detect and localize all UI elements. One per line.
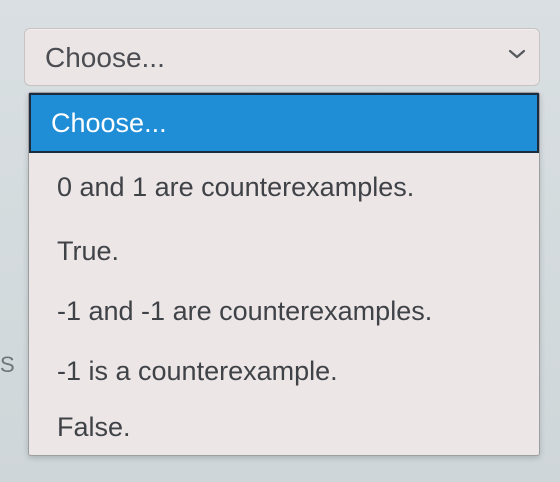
answer-select[interactable]: Choose... — [24, 28, 540, 86]
select-options-menu: Choose... 0 and 1 are counterexamples. T… — [28, 92, 540, 456]
select-option-0-and-1[interactable]: 0 and 1 are counterexamples. — [29, 157, 539, 217]
select-option-minus1-counterexample[interactable]: -1 is a counterexample. — [29, 341, 539, 401]
select-option-true[interactable]: True. — [29, 221, 539, 281]
select-option-false[interactable]: False. — [29, 397, 539, 457]
chevron-down-icon — [507, 47, 527, 61]
partial-background-text: S — [0, 352, 15, 377]
select-option-choose[interactable]: Choose... — [29, 93, 539, 153]
select-current-value: Choose... — [45, 42, 165, 73]
select-option-minus1-and-minus1[interactable]: -1 and -1 are counterexamples. — [29, 281, 539, 341]
